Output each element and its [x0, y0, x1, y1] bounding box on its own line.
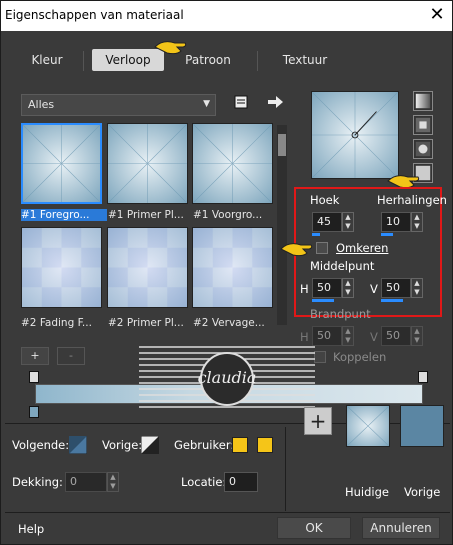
tab-kleur[interactable]: Kleur — [19, 49, 75, 71]
vorige-swatch-label: Vorige — [404, 485, 441, 499]
ok-button[interactable]: OK — [277, 517, 351, 539]
gradient-thumb-2[interactable] — [107, 123, 188, 204]
current-swatch[interactable] — [346, 405, 390, 447]
remove-stop-button[interactable]: - — [57, 347, 85, 365]
h-label: H — [300, 282, 309, 296]
library-notes-icon[interactable] — [233, 94, 249, 110]
gradient-library-select[interactable]: Alles ▼ — [21, 94, 216, 116]
dekking-spinner[interactable]: ▲ ▼ — [107, 472, 119, 492]
gebruiker-label: Gebruiker: — [174, 438, 235, 452]
focal-h-spinner[interactable]: ▲ ▼ — [342, 326, 354, 346]
tab-divider — [83, 51, 84, 71]
opacity-stop-right[interactable] — [418, 371, 428, 383]
hoek-input[interactable]: 45 — [312, 212, 342, 232]
scrollbar-thumb[interactable] — [278, 134, 286, 156]
rectangular-style-button[interactable] — [413, 115, 433, 135]
thumb-label: #1 Foregro... — [21, 209, 107, 221]
prev-stop-icon[interactable] — [141, 436, 159, 454]
locatie-value: 0 — [229, 475, 236, 488]
previous-swatch[interactable] — [400, 405, 444, 447]
v-label: V — [370, 282, 378, 296]
herhalingen-slider[interactable] — [381, 233, 393, 236]
thumb-label: #2 Primer Pl... — [108, 317, 184, 329]
center-v-value: 50 — [386, 281, 400, 294]
divider — [5, 512, 450, 513]
middelpunt-label: Middelpunt — [310, 259, 375, 273]
sunburst-style-button[interactable] — [413, 139, 433, 159]
brandpunt-label: Brandpunt — [310, 307, 371, 321]
vorige-label: Vorige: — [102, 438, 143, 452]
add-to-swatches-button[interactable]: + — [304, 407, 332, 435]
focal-v-input[interactable]: 50 — [381, 326, 411, 346]
select-value: Alles — [28, 98, 55, 111]
volgende-label: Volgende: — [12, 438, 70, 452]
close-button[interactable]: ✕ — [426, 4, 448, 26]
thumb-label: #1 Primer Pl... — [108, 209, 184, 221]
center-h-input[interactable]: 50 — [312, 278, 342, 298]
hoek-label: Hoek — [310, 193, 340, 207]
gradient-preview[interactable] — [311, 91, 399, 179]
watermark-logo: claudia — [139, 346, 315, 408]
divider — [285, 427, 286, 511]
gradient-thumb-6[interactable] — [192, 227, 273, 308]
center-h-value: 50 — [317, 281, 331, 294]
omkeren-label: Omkeren — [336, 241, 389, 255]
cancel-button[interactable]: Annuleren — [362, 517, 440, 539]
chevron-down-icon: ▼ — [203, 99, 210, 109]
pointer-hand-icon — [154, 41, 187, 55]
gradient-thumb-3[interactable] — [192, 123, 273, 204]
center-v-input[interactable]: 50 — [381, 278, 411, 298]
hoek-spinner[interactable]: ▲ ▼ — [342, 212, 354, 232]
thumb-label: #1 Voorgro... — [193, 209, 263, 221]
tab-textuur[interactable]: Textuur — [269, 49, 341, 71]
focal-v-spinner[interactable]: ▲ ▼ — [411, 326, 423, 346]
focal-v-label: V — [370, 330, 378, 344]
herhalingen-value: 10 — [386, 215, 400, 228]
window-title: Eigenschappen van materiaal — [5, 8, 184, 22]
dekking-label: Dekking: — [12, 475, 63, 489]
hoek-value: 45 — [317, 215, 331, 228]
help-button[interactable]: Help — [18, 522, 44, 536]
dekking-value: 0 — [70, 475, 77, 488]
opacity-stop-left[interactable] — [29, 371, 39, 383]
thumb-label: #2 Fading F... — [21, 317, 92, 329]
thumb-label: #2 Vervage... — [193, 317, 265, 329]
locatie-input[interactable]: 0 — [224, 472, 258, 492]
focal-v-value: 50 — [386, 329, 400, 342]
omkeren-checkbox[interactable] — [316, 242, 328, 254]
linear-style-button[interactable] — [413, 91, 433, 111]
center-h-spinner[interactable]: ▲ ▼ — [342, 278, 354, 298]
gradient-thumb-1[interactable] — [21, 123, 102, 204]
center-h-slider[interactable] — [312, 299, 334, 302]
focal-h-input[interactable]: 50 — [312, 326, 342, 346]
koppelen-checkbox[interactable] — [314, 351, 326, 363]
center-v-slider[interactable] — [381, 299, 403, 302]
pointer-hand-icon — [280, 243, 313, 257]
user-color-2[interactable] — [257, 437, 273, 453]
gradient-thumb-5[interactable] — [107, 227, 188, 308]
herhalingen-spinner[interactable]: ▲ ▼ — [411, 212, 423, 232]
arrow-right-icon[interactable] — [266, 95, 284, 109]
huidige-label: Huidige — [345, 485, 390, 499]
user-color-1[interactable] — [232, 437, 248, 453]
watermark-text: claudia — [198, 368, 257, 387]
next-stop-icon[interactable] — [69, 436, 87, 454]
focal-h-label: H — [300, 330, 309, 344]
focal-h-value: 50 — [317, 329, 331, 342]
gradient-thumb-4[interactable] — [21, 227, 102, 308]
color-stop-left[interactable] — [29, 406, 39, 418]
center-v-spinner[interactable]: ▲ ▼ — [411, 278, 423, 298]
hoek-slider[interactable] — [312, 233, 320, 236]
dialog-window: Eigenschappen van materiaal ✕ Kleur Verl… — [0, 0, 453, 545]
herhalingen-label: Herhalingen — [377, 193, 447, 207]
herhalingen-input[interactable]: 10 — [381, 212, 411, 232]
koppelen-label: Koppelen — [333, 350, 387, 364]
dekking-input[interactable]: 0 — [65, 472, 107, 492]
add-stop-button[interactable]: + — [21, 347, 49, 365]
locatie-label: Locatie: — [181, 475, 227, 489]
tab-divider — [257, 51, 258, 71]
title-bar: Eigenschappen van materiaal ✕ — [1, 1, 452, 31]
